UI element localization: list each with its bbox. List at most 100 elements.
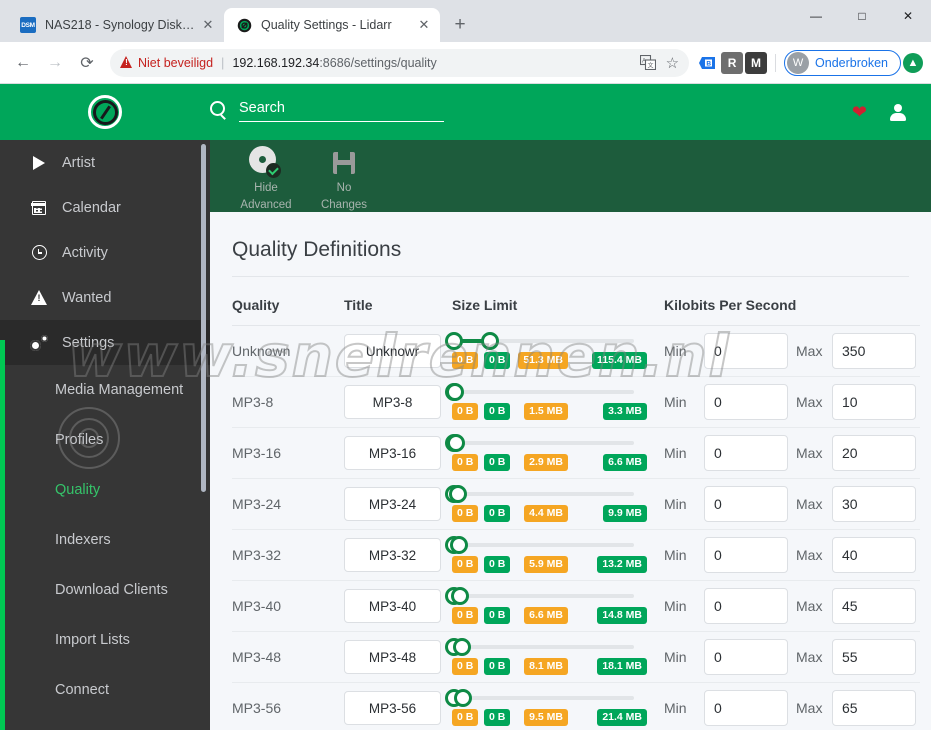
slider-handle-max[interactable] (451, 587, 470, 605)
kbps-max-input[interactable] (832, 588, 916, 624)
title-input[interactable] (344, 538, 441, 572)
slider-track[interactable] (445, 536, 634, 554)
slider-handle-max[interactable] (448, 485, 467, 503)
close-window-button[interactable]: ✕ (885, 0, 931, 32)
logo-container[interactable] (0, 95, 210, 129)
sidebar-item-import-lists[interactable]: Import Lists (0, 615, 210, 665)
sidebar-item-quality[interactable]: Quality (0, 465, 210, 515)
kbps-max-input[interactable] (832, 537, 916, 573)
reload-button[interactable]: ⟳ (72, 48, 102, 78)
size-limit-slider[interactable]: 0 B 0 B 1.5 MB 3.3 MB (445, 377, 664, 427)
slider-handle-max[interactable] (447, 434, 466, 452)
title-input[interactable] (344, 385, 441, 419)
min-label: Min (664, 394, 687, 410)
save-changes-button[interactable]: No Changes (308, 148, 380, 212)
browser-tab-lidarr[interactable]: Quality Settings - Lidarr ✕ (224, 8, 440, 42)
back-button[interactable]: ← (8, 48, 38, 78)
sidebar-item-settings[interactable]: Settings (0, 320, 210, 365)
browser-window: DSM NAS218 - Synology DiskStation ✕ Qual… (0, 0, 931, 730)
address-bar[interactable]: Niet beveiligd | 192.168.192.34 :8686/se… (110, 48, 690, 77)
heart-icon[interactable]: ❤ (852, 103, 867, 121)
kbps-group: Min Max (664, 537, 920, 573)
gmail-extension-icon[interactable]: M (745, 51, 768, 74)
kbps-min-input[interactable] (704, 639, 788, 675)
title-input[interactable] (344, 640, 441, 674)
search-input[interactable] (239, 100, 444, 122)
hide-advanced-button[interactable]: Hide Advanced (230, 148, 302, 212)
slider-handle-max[interactable] (452, 638, 471, 656)
bitwarden-extension-icon[interactable]: B (697, 52, 719, 74)
sidebar-item-indexers[interactable]: Indexers (0, 515, 210, 565)
forward-button[interactable]: → (40, 48, 70, 78)
omnibox-divider: | (221, 55, 225, 70)
slider-handle-max[interactable] (453, 689, 472, 707)
kbps-min-input[interactable] (704, 486, 788, 522)
kbps-max-input[interactable] (832, 690, 916, 726)
kbps-min-input[interactable] (704, 588, 788, 624)
kbps-max-input[interactable] (832, 435, 916, 471)
sidebar-item-metadata[interactable]: Metadata (0, 715, 210, 730)
title-input[interactable] (344, 436, 441, 470)
size-limit-slider[interactable]: 0 B 0 B 51.3 MB 115.4 MB (445, 326, 664, 376)
slider-track[interactable] (445, 638, 634, 656)
size-limit-slider[interactable]: 0 B 0 B 4.4 MB 9.9 MB (445, 479, 664, 529)
slider-track[interactable] (445, 434, 634, 452)
sidebar-item-connect[interactable]: Connect (0, 665, 210, 715)
slider-handle-min[interactable] (445, 332, 463, 350)
column-header-size-limit: Size Limit (452, 277, 664, 326)
kbps-min-input[interactable] (704, 537, 788, 573)
size-limit-slider[interactable]: 0 B 0 B 6.6 MB 14.8 MB (445, 581, 664, 631)
sidebar-item-download-clients[interactable]: Download Clients (0, 565, 210, 615)
kbps-max-input[interactable] (832, 639, 916, 675)
toolbar-button-line1: Hide (254, 182, 278, 194)
slider-handle-max[interactable] (446, 383, 465, 401)
slider-handle-max[interactable] (481, 332, 499, 350)
slider-track[interactable] (445, 689, 634, 707)
slider-track[interactable] (445, 383, 634, 401)
minimize-button[interactable]: — (793, 0, 839, 32)
sidebar-scrollbar[interactable] (201, 144, 206, 492)
badge-min-size: 1.5 MB (524, 403, 568, 420)
kbps-max-input[interactable] (832, 384, 916, 420)
user-icon[interactable] (889, 103, 906, 121)
profile-button[interactable]: W Onderbroken (784, 49, 901, 76)
size-limit-slider[interactable]: 0 B 0 B 5.9 MB 13.2 MB (445, 530, 664, 580)
kbps-max-input[interactable] (832, 333, 916, 369)
tab-title: NAS218 - Synology DiskStation (45, 18, 198, 32)
sidebar-item-profiles[interactable]: Profiles (0, 415, 210, 465)
title-input[interactable] (344, 334, 441, 368)
title-input[interactable] (344, 691, 441, 725)
kbps-min-input[interactable] (704, 333, 788, 369)
sidebar-item-wanted[interactable]: Wanted (0, 275, 210, 320)
sidebar-item-media-management[interactable]: Media Management (0, 365, 210, 415)
kbps-min-input[interactable] (704, 690, 788, 726)
size-limit-slider[interactable]: 0 B 0 B 8.1 MB 18.1 MB (445, 632, 664, 682)
r-extension-icon[interactable]: R (721, 51, 744, 74)
kbps-max-input[interactable] (832, 486, 916, 522)
translate-icon[interactable]: A 文 (639, 54, 656, 71)
badge-max-size: 3.3 MB (603, 403, 647, 420)
tab-close-icon[interactable]: ✕ (414, 15, 434, 35)
browser-tab-dsm[interactable]: DSM NAS218 - Synology DiskStation ✕ (8, 8, 224, 42)
update-icon[interactable]: ▲ (903, 52, 923, 73)
maximize-button[interactable]: □ (839, 0, 885, 32)
max-label: Max (796, 598, 823, 614)
slider-track[interactable] (445, 587, 634, 605)
slider-track[interactable] (445, 485, 634, 503)
new-tab-button[interactable]: + (446, 11, 474, 39)
sidebar-item-activity[interactable]: Activity (0, 230, 210, 275)
sidebar-item-calendar[interactable]: Calendar (0, 185, 210, 230)
bookmark-star-icon[interactable]: ☆ (666, 54, 679, 72)
slider-track[interactable] (445, 332, 634, 350)
slider-handle-max[interactable] (450, 536, 469, 554)
kbps-min-input[interactable] (704, 435, 788, 471)
size-limit-slider[interactable]: 0 B 0 B 9.5 MB 21.4 MB (445, 683, 664, 730)
search-container[interactable] (210, 100, 444, 124)
title-input[interactable] (344, 487, 441, 521)
badge-min-current: 0 B (452, 454, 479, 471)
tab-close-icon[interactable]: ✕ (198, 15, 218, 35)
size-limit-slider[interactable]: 0 B 0 B 2.9 MB 6.6 MB (445, 428, 664, 478)
title-input[interactable] (344, 589, 441, 623)
kbps-min-input[interactable] (704, 384, 788, 420)
sidebar-item-artist[interactable]: Artist (0, 140, 210, 185)
